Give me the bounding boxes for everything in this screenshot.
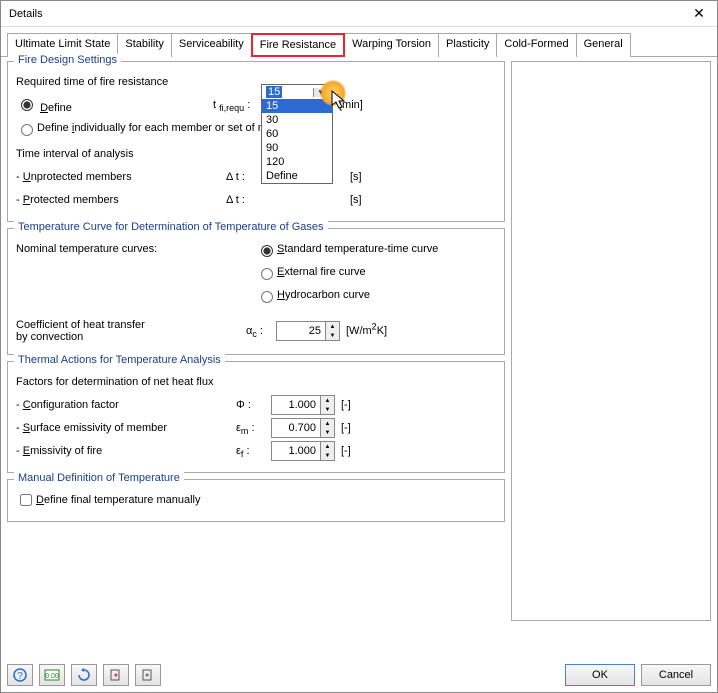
window-title: Details bbox=[9, 8, 43, 20]
unprotected-label: - Unprotected members bbox=[16, 171, 226, 183]
group-thermal-actions: Thermal Actions for Temperature Analysis… bbox=[7, 361, 505, 473]
dropdown-opt-define[interactable]: Define bbox=[262, 169, 332, 183]
radio-std-curve[interactable] bbox=[261, 245, 273, 257]
group-fire-design-settings: Fire Design Settings Required time of fi… bbox=[7, 61, 505, 222]
radio-external-curve-label: External fire curve bbox=[277, 266, 366, 278]
dropdown-opt-15[interactable]: 15 bbox=[262, 99, 332, 113]
footer: ? 0.00 OK Cancel bbox=[7, 664, 711, 686]
alpha-unit: [W/m2K] bbox=[346, 325, 387, 337]
radio-hydrocarbon-curve-label: Hydrocarbon curve bbox=[277, 289, 370, 301]
reset-icon[interactable] bbox=[71, 664, 97, 686]
config-factor-label: - Configuration factor bbox=[16, 399, 236, 411]
group-manual-definition: Manual Definition of Temperature Define … bbox=[7, 479, 505, 522]
phi-symbol: Φ : bbox=[236, 399, 271, 411]
radio-external-curve[interactable] bbox=[261, 268, 273, 280]
radio-define-individually[interactable] bbox=[21, 124, 33, 136]
spin-down-icon[interactable]: ▼ bbox=[321, 405, 334, 414]
spin-up-icon[interactable]: ▲ bbox=[321, 419, 334, 428]
dropdown-opt-60[interactable]: 60 bbox=[262, 127, 332, 141]
dropdown-opt-90[interactable]: 90 bbox=[262, 141, 332, 155]
phi-unit: [-] bbox=[341, 399, 351, 411]
spin-up-icon[interactable]: ▲ bbox=[321, 396, 334, 405]
tfi-symbol: t fi,requ : bbox=[213, 99, 261, 111]
dt-unit-2: [s] bbox=[350, 194, 362, 206]
tab-stability[interactable]: Stability bbox=[117, 33, 172, 57]
eps-f-symbol: εf : bbox=[236, 445, 271, 457]
phi-input[interactable] bbox=[272, 399, 320, 411]
radio-std-curve-label: Standard temperature-time curve bbox=[277, 243, 438, 255]
tab-plasticity[interactable]: Plasticity bbox=[438, 33, 497, 57]
tab-bar: Ultimate Limit State Stability Serviceab… bbox=[1, 27, 717, 57]
group-title-fire: Fire Design Settings bbox=[14, 54, 121, 66]
tfi-dropdown[interactable]: 15 ▼ 15 30 60 90 120 Define bbox=[261, 84, 333, 184]
spin-down-icon[interactable]: ▼ bbox=[321, 428, 334, 437]
group-title-thermal: Thermal Actions for Temperature Analysis bbox=[14, 354, 225, 366]
load-profile-icon[interactable] bbox=[103, 664, 129, 686]
factors-label: Factors for determination of net heat fl… bbox=[16, 376, 214, 388]
svg-text:0.00: 0.00 bbox=[45, 673, 59, 680]
dropdown-opt-120[interactable]: 120 bbox=[262, 155, 332, 169]
tab-general[interactable]: General bbox=[576, 33, 631, 57]
eps-f-unit: [-] bbox=[341, 445, 351, 457]
group-title-tempcurve: Temperature Curve for Determination of T… bbox=[14, 221, 328, 233]
protected-label: - Protected members bbox=[16, 194, 226, 206]
fire-em-label: - Emissivity of fire bbox=[16, 445, 236, 457]
eps-m-input[interactable] bbox=[272, 422, 320, 434]
coef-label: Coefficient of heat transfer by convecti… bbox=[16, 319, 246, 343]
time-interval-label: Time interval of analysis bbox=[16, 148, 134, 160]
nominal-curves-label: Nominal temperature curves: bbox=[16, 243, 256, 255]
eps-f-value-box[interactable]: ▲▼ bbox=[271, 441, 335, 461]
alpha-value-box[interactable]: ▲▼ bbox=[276, 321, 340, 341]
tfi-unit: [min] bbox=[339, 99, 363, 111]
eps-m-symbol: εm : bbox=[236, 422, 271, 434]
spin-down-icon[interactable]: ▼ bbox=[326, 331, 339, 340]
required-time-label: Required time of fire resistance bbox=[16, 76, 168, 88]
dt-symbol-2: Δ t : bbox=[226, 194, 256, 206]
dt-unit-1: [s] bbox=[350, 171, 362, 183]
eps-f-input[interactable] bbox=[272, 445, 320, 457]
alpha-input[interactable] bbox=[277, 325, 325, 337]
group-title-manual: Manual Definition of Temperature bbox=[14, 472, 184, 484]
alpha-symbol: αc : bbox=[246, 325, 276, 337]
spin-up-icon[interactable]: ▲ bbox=[326, 322, 339, 331]
titlebar: Details ✕ bbox=[1, 1, 717, 27]
dropdown-opt-30[interactable]: 30 bbox=[262, 113, 332, 127]
tab-fire-resistance[interactable]: Fire Resistance bbox=[251, 33, 345, 57]
ok-button[interactable]: OK bbox=[565, 664, 635, 686]
tfi-selected-value: 15 bbox=[266, 86, 282, 98]
help-icon[interactable]: ? bbox=[7, 664, 33, 686]
surface-em-label: - Surface emissivity of member bbox=[16, 422, 236, 434]
tab-warping-torsion[interactable]: Warping Torsion bbox=[344, 33, 439, 57]
tab-cold-formed[interactable]: Cold-Formed bbox=[496, 33, 576, 57]
radio-define-label: Define bbox=[40, 102, 72, 114]
eps-m-unit: [-] bbox=[341, 422, 351, 434]
chevron-down-icon[interactable]: ▼ bbox=[313, 88, 328, 97]
svg-text:?: ? bbox=[17, 671, 23, 682]
preview-panel bbox=[511, 61, 711, 621]
tab-serviceability[interactable]: Serviceability bbox=[171, 33, 252, 57]
spin-down-icon[interactable]: ▼ bbox=[321, 451, 334, 460]
save-profile-icon[interactable] bbox=[135, 664, 161, 686]
cancel-button[interactable]: Cancel bbox=[641, 664, 711, 686]
radio-define[interactable] bbox=[21, 99, 33, 111]
dt-symbol-1: Δ t : bbox=[226, 171, 256, 183]
eps-m-value-box[interactable]: ▲▼ bbox=[271, 418, 335, 438]
radio-hydrocarbon-curve[interactable] bbox=[261, 291, 273, 303]
spin-up-icon[interactable]: ▲ bbox=[321, 442, 334, 451]
close-icon[interactable]: ✕ bbox=[689, 5, 709, 22]
checkbox-define-final-temp-label: Define final temperature manually bbox=[36, 494, 200, 506]
group-temperature-curve: Temperature Curve for Determination of T… bbox=[7, 228, 505, 355]
units-icon[interactable]: 0.00 bbox=[39, 664, 65, 686]
phi-value-box[interactable]: ▲▼ bbox=[271, 395, 335, 415]
checkbox-define-final-temp[interactable] bbox=[20, 494, 32, 506]
